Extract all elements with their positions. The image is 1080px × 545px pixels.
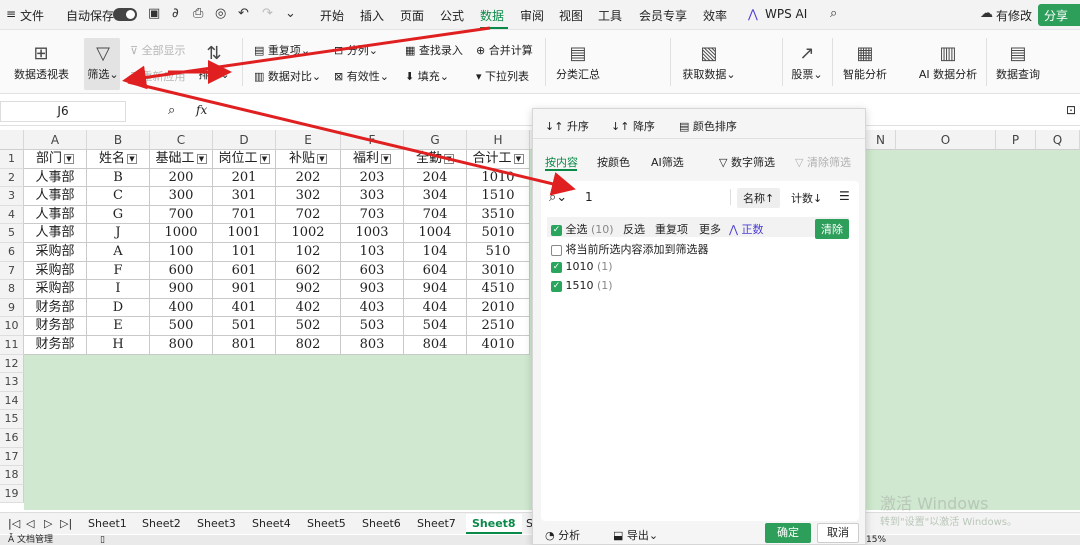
annotation-arrows	[122, 26, 576, 196]
arrow-filter-to-search	[127, 80, 576, 196]
